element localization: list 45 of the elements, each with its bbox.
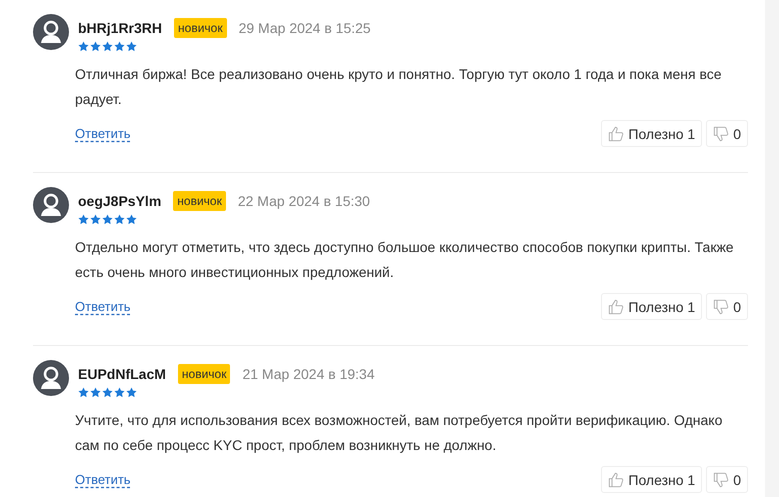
thumbs-up-icon bbox=[608, 472, 624, 488]
star-icon bbox=[78, 214, 89, 225]
helpful-button[interactable]: Полезно 1 bbox=[601, 466, 702, 493]
thumbs-down-icon bbox=[713, 126, 730, 142]
author-name: oegJ8PsYlm bbox=[78, 193, 162, 209]
thumbs-up-icon bbox=[608, 126, 624, 142]
star-icon bbox=[102, 41, 113, 52]
rank-badge: новичок bbox=[178, 364, 230, 384]
avatar-icon bbox=[33, 14, 69, 50]
review-date: 21 Мар 2024 в 19:34 bbox=[242, 366, 375, 382]
unhelpful-button[interactable]: 0 bbox=[706, 293, 748, 320]
rank-badge: новичок bbox=[173, 191, 226, 211]
star-icon bbox=[114, 387, 125, 398]
helpful-button[interactable]: Полезно 1 bbox=[601, 120, 702, 147]
star-icon bbox=[102, 214, 113, 225]
star-icon bbox=[90, 214, 101, 225]
author-name: bHRj1Rr3RH bbox=[78, 20, 162, 36]
star-icon bbox=[90, 41, 101, 52]
star-icon bbox=[114, 214, 125, 225]
review-date: 29 Мар 2024 в 15:25 bbox=[238, 20, 371, 36]
review-text: Отдельно могут отметить, что здесь доступно большое кколичество способов покупки крипты. Также есть очень много инвестиционных предложений. bbox=[75, 238, 735, 282]
star-icon bbox=[78, 387, 89, 398]
reply-link[interactable]: Ответить bbox=[75, 126, 131, 141]
rank-badge: новичок bbox=[174, 18, 227, 38]
review-text: Отличная биржа! Все реализовано очень круто и понятно. Торгую тут около 1 года и пока меня все радует. bbox=[75, 65, 723, 109]
helpful-button[interactable]: Полезно 1 bbox=[601, 293, 702, 320]
star-icon bbox=[114, 41, 125, 52]
star-icon bbox=[90, 387, 101, 398]
unhelpful-button[interactable]: 0 bbox=[706, 120, 748, 147]
avatar-icon bbox=[33, 360, 69, 396]
thumbs-up-icon bbox=[608, 298, 624, 314]
star-icon bbox=[126, 214, 137, 225]
unhelpful-button[interactable]: 0 bbox=[706, 466, 748, 493]
star-icon bbox=[102, 387, 113, 398]
review-date: 22 Мар 2024 в 15:30 bbox=[238, 193, 370, 209]
thumbs-down-icon bbox=[713, 472, 730, 488]
review-text: Учтите, что для использования всех возможностей, вам потребуется пройти верификацию. Однако сам по себе процесс KYC прост, проблем возникнуть не должно. bbox=[75, 411, 724, 455]
thumbs-down-icon bbox=[713, 298, 730, 314]
reply-link[interactable]: Ответить bbox=[75, 299, 131, 314]
star-icon bbox=[78, 41, 89, 52]
author-name: EUPdNfLacM bbox=[78, 366, 166, 382]
star-icon bbox=[126, 387, 137, 398]
avatar-icon bbox=[33, 187, 69, 223]
reply-link[interactable]: Ответить bbox=[75, 472, 131, 487]
star-icon bbox=[126, 41, 137, 52]
